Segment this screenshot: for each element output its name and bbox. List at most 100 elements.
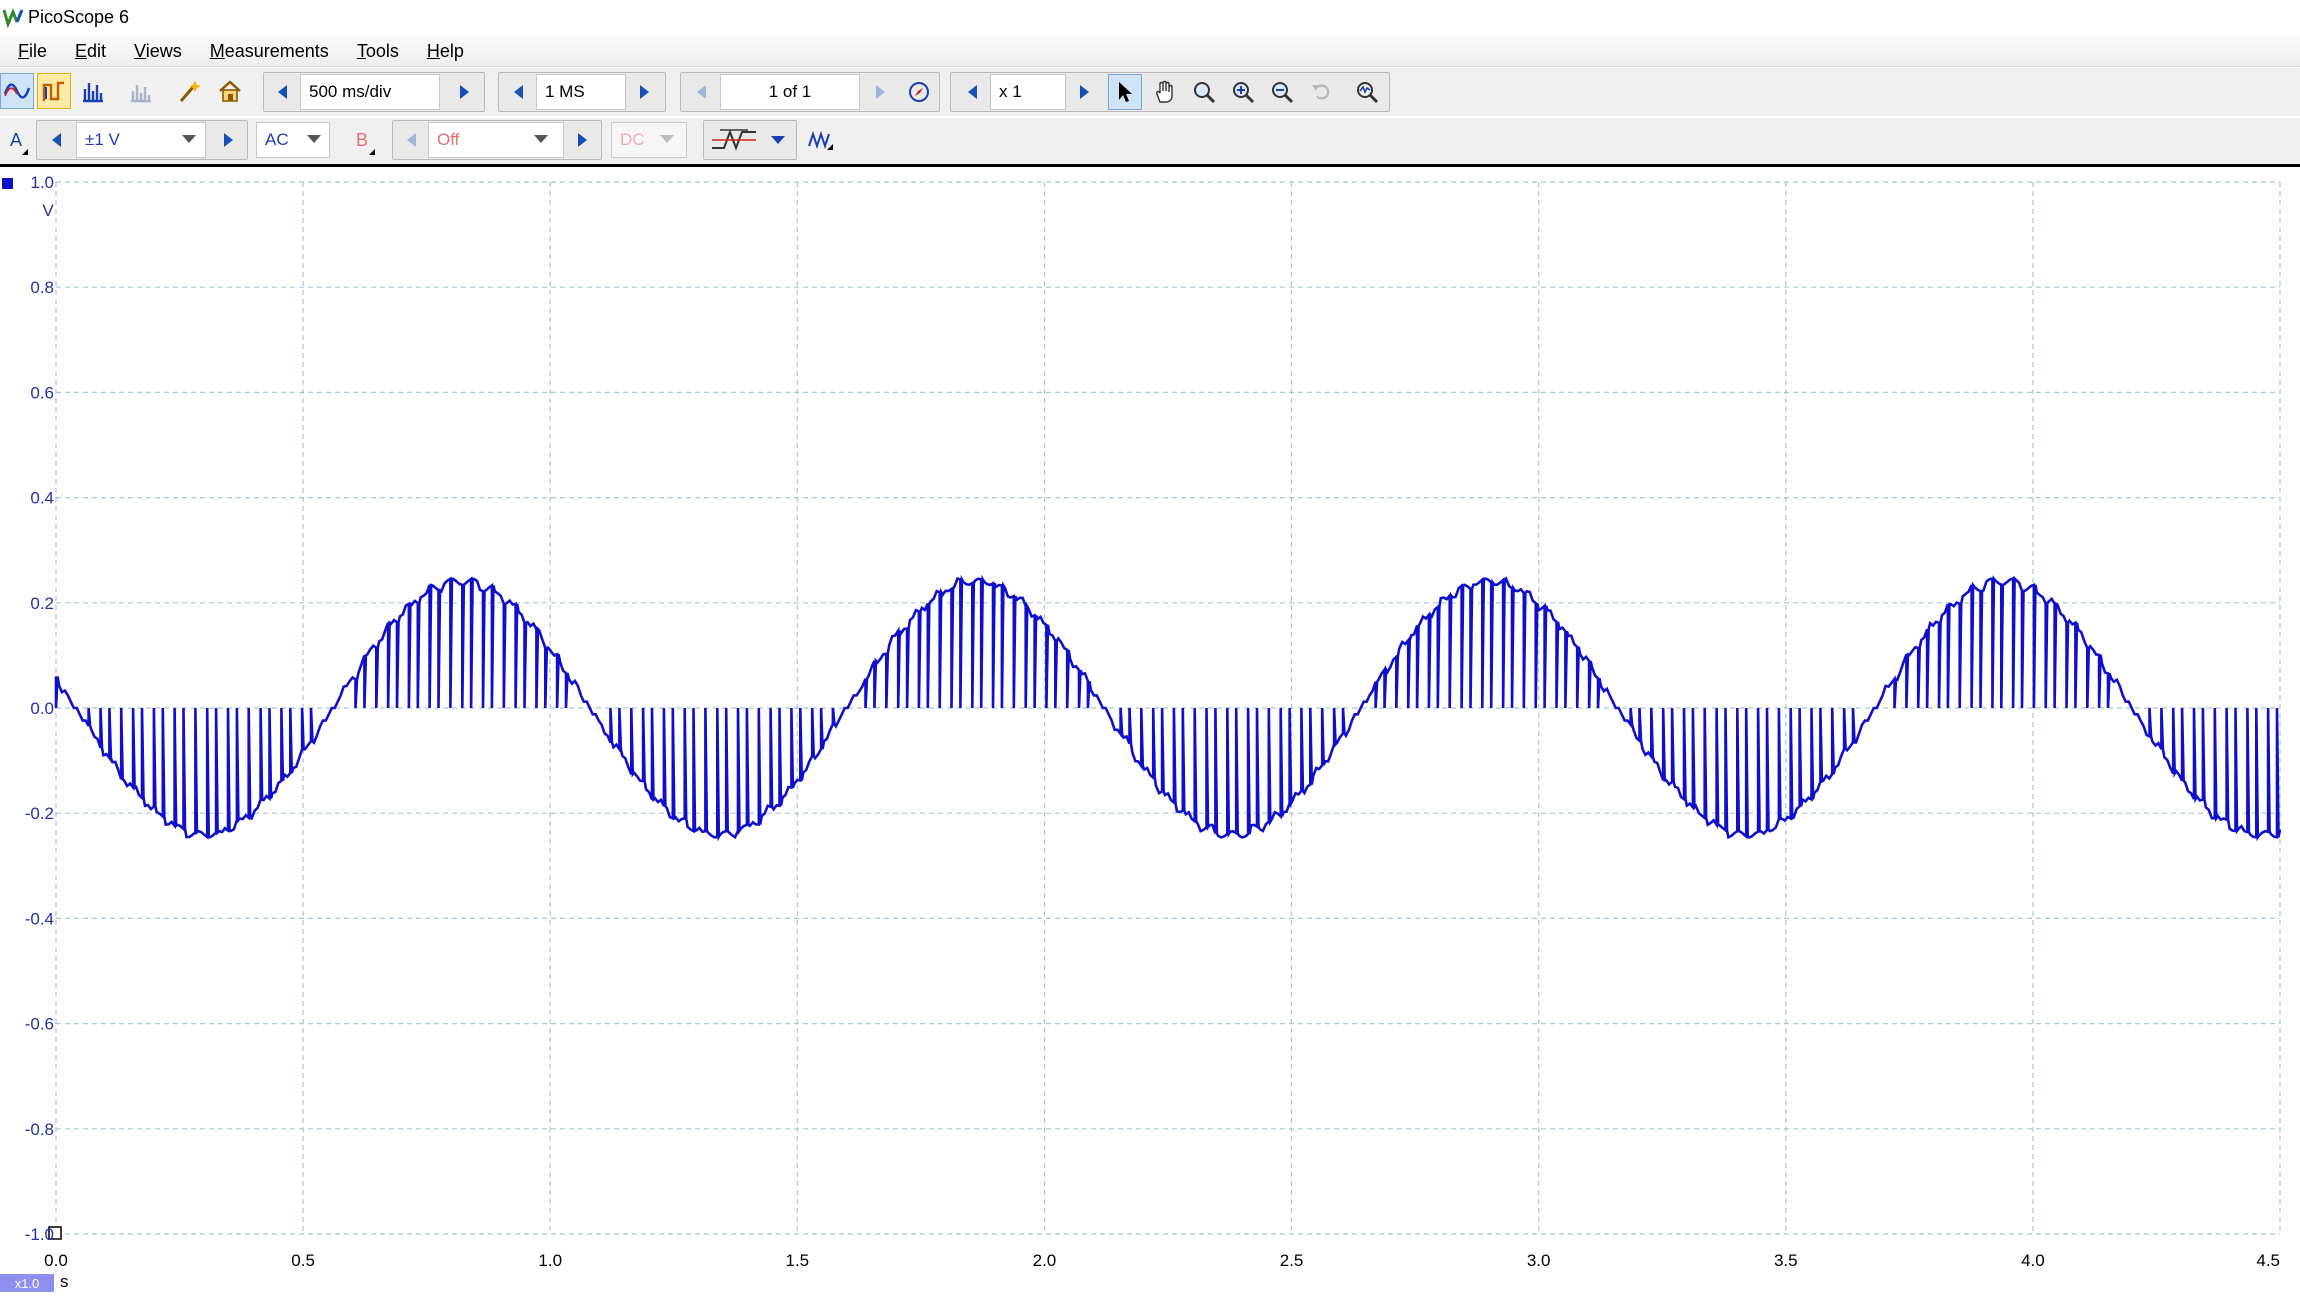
- y-tick-label: -0.8: [25, 1120, 54, 1139]
- buffer-navigator-button[interactable]: [902, 74, 936, 110]
- y-tick-label: 0.4: [30, 489, 54, 508]
- samples-increase-button[interactable]: [628, 74, 660, 110]
- scope-chart[interactable]: 1.00.80.60.40.20.0-0.2-0.4-0.6-0.8-1.0V …: [0, 164, 2300, 1293]
- chevron-down-icon: [307, 135, 321, 143]
- samples-field[interactable]: 1 MS: [536, 74, 626, 110]
- buffer-next-button[interactable]: [864, 74, 896, 110]
- channel-b-label: B: [356, 130, 368, 151]
- menu-tools[interactable]: Tools: [343, 36, 413, 66]
- menu-measurements-accel: M: [210, 41, 225, 61]
- arrow-left-icon: [278, 85, 287, 99]
- trigger-button[interactable]: [706, 122, 762, 158]
- menu-file[interactable]: File: [0, 36, 61, 66]
- zoom-out-button[interactable]: [1265, 74, 1299, 110]
- undo-zoom-button[interactable]: [1304, 74, 1338, 110]
- channel-a-range-decrease-button[interactable]: [40, 122, 72, 158]
- scope-mode-button[interactable]: [0, 73, 34, 109]
- zoom-overview-icon: [1354, 80, 1380, 104]
- menu-measurements-label: easurements: [225, 41, 329, 61]
- timebase-increase-button[interactable]: [448, 74, 480, 110]
- menu-help[interactable]: Help: [413, 36, 478, 66]
- timebase-decrease-button[interactable]: [266, 74, 298, 110]
- y-tick-label: -0.4: [25, 909, 54, 928]
- x-tick-label: 1.5: [786, 1251, 810, 1270]
- trigger-dropdown-button[interactable]: [762, 122, 794, 158]
- y-axis-labels: 1.00.80.60.40.20.0-0.2-0.4-0.6-0.8-1.0V: [2, 173, 54, 1244]
- navigator-icon: [907, 80, 931, 104]
- x-axis-labels: 0.00.51.01.52.02.53.03.54.04.5: [44, 1251, 2280, 1270]
- sine-wave-icon: [3, 80, 31, 102]
- spectrum-mode-button[interactable]: [76, 73, 110, 109]
- y-tick-label: 0.2: [30, 594, 54, 613]
- menu-views-accel: V: [134, 41, 146, 61]
- arrow-right-icon: [460, 85, 469, 99]
- hand-icon: [1153, 80, 1177, 104]
- select-tool-button[interactable]: [1108, 74, 1142, 110]
- zoom-field[interactable]: x 1: [990, 74, 1066, 110]
- auto-setup-button[interactable]: [173, 73, 207, 109]
- title-bar: PicoScope 6: [0, 0, 2300, 34]
- arrow-right-icon: [640, 85, 649, 99]
- channel-b-range-increase-button[interactable]: [566, 122, 598, 158]
- persistence-mode-button[interactable]: [37, 73, 71, 109]
- spectrum-dim-button[interactable]: [124, 73, 158, 109]
- math-channel-button[interactable]: [804, 122, 838, 158]
- menu-views[interactable]: Views: [120, 36, 196, 66]
- buffer-prev-button[interactable]: [685, 74, 717, 110]
- arrow-right-icon: [578, 133, 587, 147]
- picoscope-logo-icon: [2, 6, 24, 28]
- channel-b-range-value: Off: [437, 130, 459, 150]
- menu-edit[interactable]: Edit: [61, 36, 120, 66]
- menu-tools-accel: T: [357, 41, 366, 61]
- channel-a-coupling-value: AC: [265, 130, 289, 150]
- channel-b-range-decrease-button[interactable]: [395, 122, 427, 158]
- x-tick-label: 4.5: [2256, 1251, 2280, 1270]
- zoom-out-icon: [1270, 80, 1294, 104]
- zoom-in-button[interactable]: [1226, 74, 1260, 110]
- x-tick-label: 2.0: [1033, 1251, 1057, 1270]
- x-tick-label: 0.0: [44, 1251, 68, 1270]
- x-tick-label: 3.5: [1774, 1251, 1798, 1270]
- chevron-down-icon: [534, 135, 548, 143]
- zoom-overview-button[interactable]: [1350, 74, 1384, 110]
- channel-a-range-increase-button[interactable]: [212, 122, 244, 158]
- hand-tool-button[interactable]: [1148, 74, 1182, 110]
- timebase-select[interactable]: 500 ms/div: [300, 74, 440, 110]
- channel-b-coupling-select[interactable]: DC: [611, 122, 687, 158]
- default-setup-button[interactable]: [213, 73, 247, 109]
- menu-bar: File Edit Views Measurements Tools Help: [0, 36, 2300, 67]
- channel-b-button[interactable]: B: [345, 122, 379, 158]
- arrow-right-icon: [224, 133, 233, 147]
- y-tick-label: -0.6: [25, 1015, 54, 1034]
- y-tick-label: 0.0: [30, 699, 54, 718]
- buffer-field[interactable]: 1 of 1: [720, 74, 860, 110]
- pointer-icon: [1114, 80, 1136, 104]
- menu-measurements[interactable]: Measurements: [196, 36, 343, 66]
- y-tick-label: -1.0: [25, 1225, 54, 1244]
- menu-tools-label: ools: [366, 41, 399, 61]
- channel-a-button[interactable]: A: [0, 122, 32, 158]
- channel-a-range-value: ±1 V: [85, 130, 120, 150]
- grid: [49, 182, 2280, 1239]
- samples-decrease-button[interactable]: [502, 74, 534, 110]
- arrow-right-icon: [1080, 85, 1089, 99]
- window-title: PicoScope 6: [28, 7, 129, 28]
- y-tick-label: -0.2: [25, 804, 54, 823]
- x-tick-label: 0.5: [291, 1251, 315, 1270]
- scope-view[interactable]: 1.00.80.60.40.20.0-0.2-0.4-0.6-0.8-1.0V …: [0, 164, 2300, 1293]
- x-axis-unit: s: [60, 1272, 69, 1292]
- chevron-down-icon: [660, 135, 674, 143]
- persistence-icon: [41, 79, 67, 103]
- buffer-value: 1 of 1: [769, 82, 812, 102]
- arrow-right-icon: [876, 85, 885, 99]
- wand-icon: [177, 79, 203, 103]
- zoom-tool-button[interactable]: [1187, 74, 1221, 110]
- timebase-value: 500 ms/div: [309, 82, 391, 102]
- corner-arrow-icon: [22, 149, 28, 155]
- undo-zoom-icon: [1309, 80, 1333, 104]
- menu-views-label: iews: [146, 41, 182, 61]
- zoom-increase-button[interactable]: [1068, 74, 1100, 110]
- spectrum-dim-icon: [128, 79, 154, 103]
- menu-help-label: elp: [440, 41, 464, 61]
- zoom-decrease-button[interactable]: [956, 74, 988, 110]
